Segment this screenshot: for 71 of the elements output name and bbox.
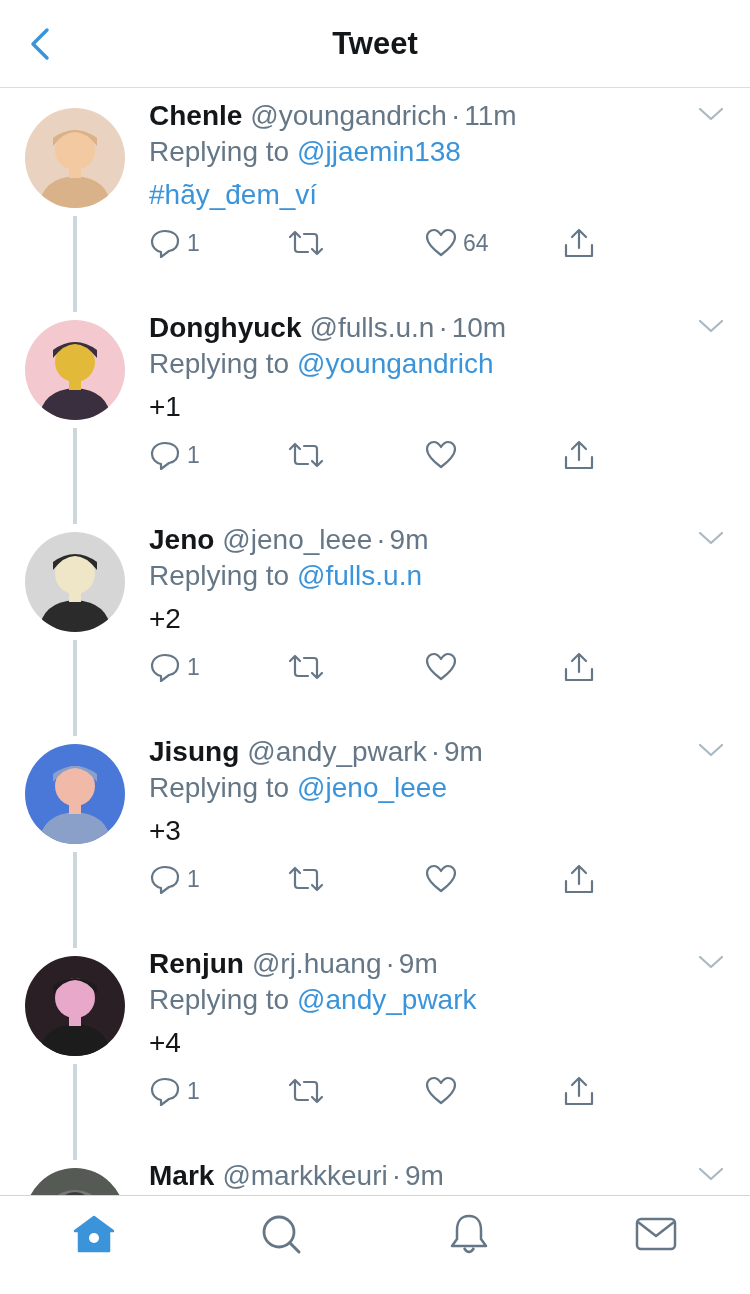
reply-label: Replying to xyxy=(149,983,290,1017)
like-icon[interactable] xyxy=(425,652,457,682)
reply-icon[interactable] xyxy=(149,652,181,682)
bell-icon[interactable] xyxy=(448,1212,489,1256)
separator-dot: · xyxy=(391,1160,402,1192)
reply-label: Replying to xyxy=(149,347,290,381)
reply-label: Replying to xyxy=(149,559,290,593)
back-icon[interactable] xyxy=(29,27,51,61)
retweet-icon[interactable] xyxy=(287,229,325,257)
separator-dot: · xyxy=(438,312,448,344)
reply-icon[interactable] xyxy=(149,1076,181,1106)
tweet-text: +2 xyxy=(149,603,181,634)
user-name[interactable]: Jisung xyxy=(149,736,240,768)
tweet-text: +1 xyxy=(149,391,181,422)
share-icon[interactable] xyxy=(563,227,595,259)
reply-count: 1 xyxy=(187,653,200,681)
reply-count: 1 xyxy=(187,441,200,469)
reply-icon[interactable] xyxy=(149,864,181,894)
retweet-icon[interactable] xyxy=(287,1077,325,1105)
user-name[interactable]: Mark xyxy=(149,1160,215,1192)
mention-link[interactable]: @jjaemin138 xyxy=(297,132,461,172)
user-handle[interactable]: @andy_pwark xyxy=(247,736,427,768)
user-handle[interactable]: @rj.huang xyxy=(251,948,382,980)
hashtag-link[interactable]: #hãy_đem_ví xyxy=(149,179,318,210)
timestamp: 9m xyxy=(398,948,438,980)
user-handle[interactable]: @youngandrich xyxy=(250,100,447,132)
share-icon[interactable] xyxy=(563,651,595,683)
mention-link[interactable]: @jeno_leee xyxy=(297,768,447,808)
like-icon[interactable] xyxy=(425,440,457,470)
reply-label: Replying to xyxy=(149,135,290,169)
search-icon[interactable] xyxy=(260,1213,303,1255)
timestamp: 9m xyxy=(389,524,429,556)
timestamp: 10m xyxy=(451,312,507,344)
separator-dot: · xyxy=(430,736,440,768)
reply-icon[interactable] xyxy=(149,440,181,470)
separator-dot: · xyxy=(376,524,386,556)
reply-count: 1 xyxy=(187,865,200,893)
timestamp: 11m xyxy=(464,100,517,132)
like-icon[interactable] xyxy=(425,864,457,894)
user-name[interactable]: Chenle xyxy=(149,100,243,132)
timestamp: 9m xyxy=(405,1160,444,1192)
reply-count: 1 xyxy=(187,229,200,257)
separator-dot: · xyxy=(450,100,461,132)
user-name[interactable]: Jeno xyxy=(149,524,215,556)
reply-count: 1 xyxy=(187,1077,200,1105)
mention-link[interactable]: @andy_pwark xyxy=(297,980,477,1020)
share-icon[interactable] xyxy=(563,439,595,471)
retweet-icon[interactable] xyxy=(287,865,325,893)
like-icon[interactable] xyxy=(425,1076,457,1106)
retweet-icon[interactable] xyxy=(287,441,325,469)
user-handle[interactable]: @fulls.u.n xyxy=(309,312,435,344)
envelope-icon[interactable] xyxy=(634,1216,679,1252)
reply-label: Replying to xyxy=(149,771,290,805)
share-icon[interactable] xyxy=(563,1075,595,1107)
like-count: 64 xyxy=(463,229,489,257)
tweet-text: +3 xyxy=(149,815,181,846)
timestamp: 9m xyxy=(443,736,483,768)
user-handle[interactable]: @jeno_leee xyxy=(222,524,373,556)
share-icon[interactable] xyxy=(563,863,595,895)
like-icon[interactable] xyxy=(425,228,457,258)
user-name[interactable]: Renjun xyxy=(149,948,244,980)
user-handle[interactable]: @markkkeuri xyxy=(222,1160,388,1192)
separator-dot: · xyxy=(385,948,395,980)
reply-icon[interactable] xyxy=(149,228,181,258)
user-name[interactable]: Donghyuck xyxy=(149,312,302,344)
mention-link[interactable]: @youngandrich xyxy=(297,344,494,384)
mention-link[interactable]: @fulls.u.n xyxy=(297,556,422,596)
retweet-icon[interactable] xyxy=(287,653,325,681)
tweet-text: +4 xyxy=(149,1027,181,1058)
home-icon[interactable] xyxy=(71,1214,116,1254)
page-title: Tweet xyxy=(332,25,418,62)
